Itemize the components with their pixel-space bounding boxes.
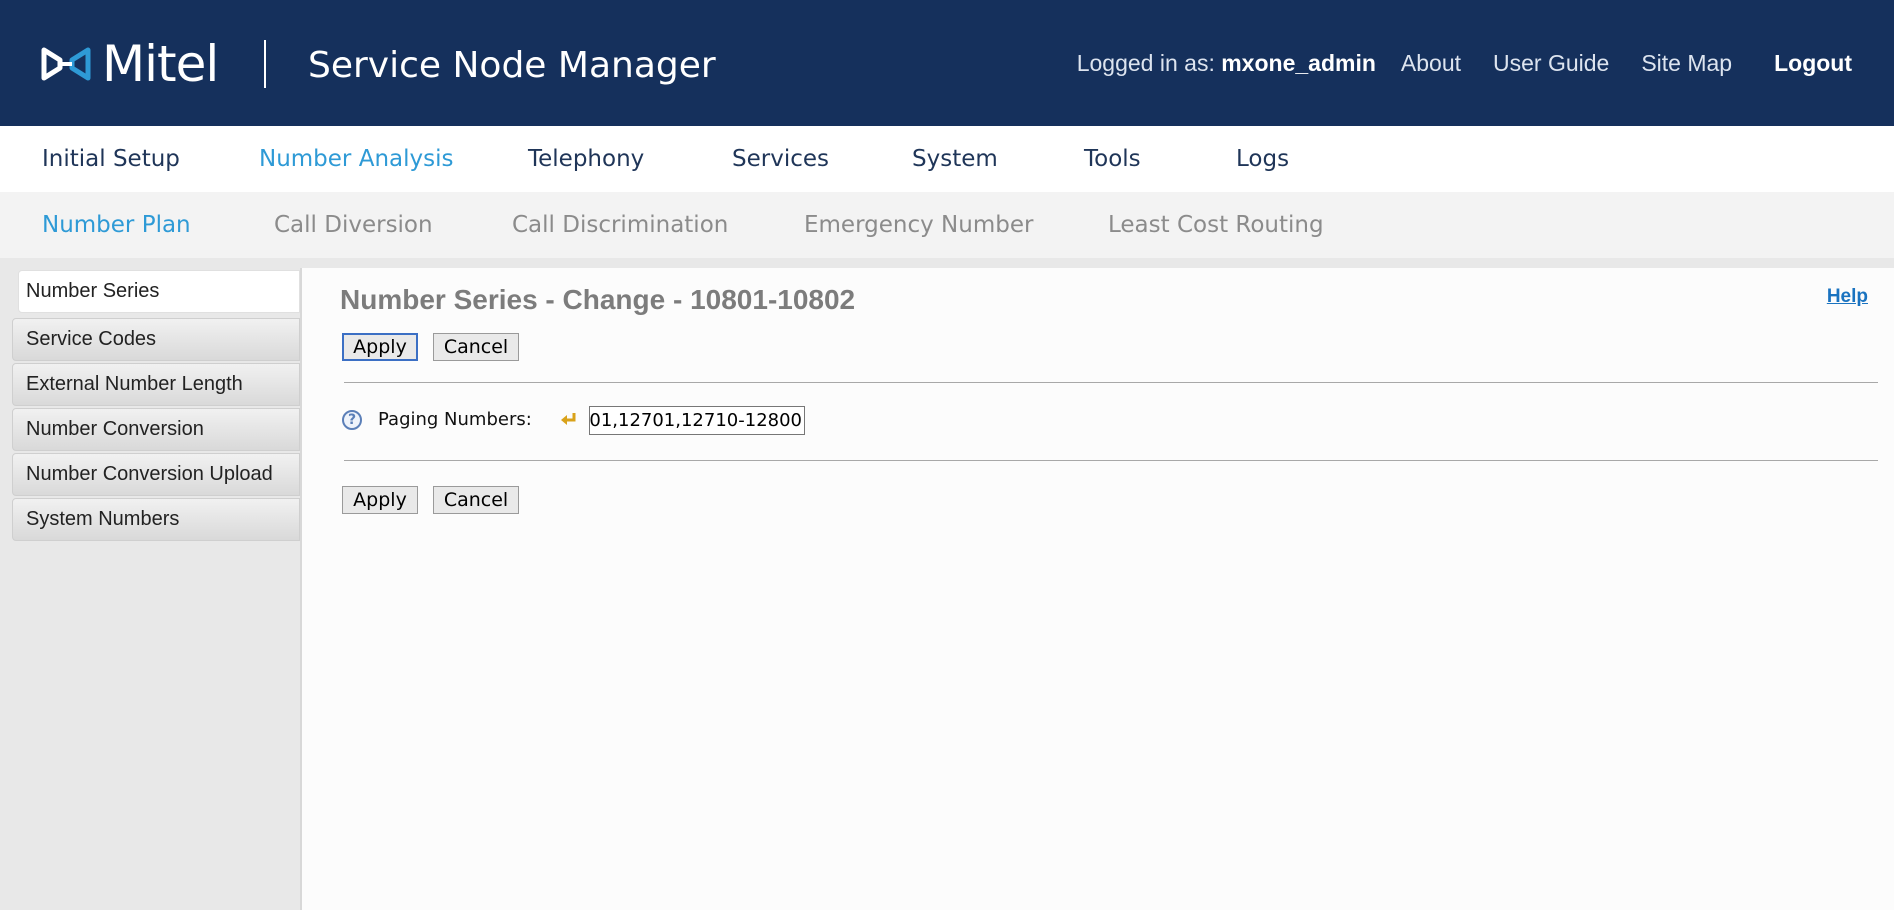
nav-telephony[interactable]: Telephony: [528, 126, 644, 192]
page-title: Number Series - Change - 10801-10802: [340, 284, 856, 315]
sub-nav: Number Plan Call Diversion Call Discrimi…: [0, 192, 1894, 258]
sidebar-item-service-codes[interactable]: Service Codes: [12, 318, 300, 361]
header-divider: [264, 40, 266, 88]
logged-in-label: Logged in as:: [1076, 49, 1215, 76]
nav-tools[interactable]: Tools: [1084, 126, 1141, 192]
sidebar-item-number-conversion-upload[interactable]: Number Conversion Upload: [12, 453, 300, 496]
subnav-emergency-number[interactable]: Emergency Number: [804, 192, 1033, 258]
sidebar: Number Series Service Codes External Num…: [0, 258, 300, 910]
subnav-least-cost-routing[interactable]: Least Cost Routing: [1108, 192, 1324, 258]
mitel-logo[interactable]: Mitel: [40, 35, 219, 93]
logo-text: Mitel: [102, 35, 219, 93]
subnav-number-plan[interactable]: Number Plan: [42, 192, 191, 258]
paging-numbers-value: 701,12701,12710-12800: [589, 410, 802, 431]
mitel-logo-icon: [41, 47, 91, 81]
logged-in-status: Logged in as: mxone_admin: [1077, 50, 1376, 77]
nav-initial-setup[interactable]: Initial Setup: [42, 126, 180, 192]
site-map-link[interactable]: Site Map: [1641, 50, 1732, 77]
logout-link[interactable]: Logout: [1774, 50, 1852, 77]
cancel-button-top[interactable]: Cancel: [433, 333, 519, 361]
nav-services[interactable]: Services: [732, 126, 829, 192]
username: mxone_admin: [1221, 49, 1376, 76]
divider-top: [344, 382, 1878, 383]
content-panel: Number Series - Change - 10801-10802 Hel…: [300, 268, 1894, 910]
app-title: Service Node Manager: [308, 45, 716, 86]
revert-arrow-icon[interactable]: [558, 410, 578, 428]
nav-logs[interactable]: Logs: [1236, 126, 1289, 192]
main-nav: Initial Setup Number Analysis Telephony …: [0, 126, 1894, 192]
help-link[interactable]: Help: [1827, 286, 1868, 308]
sidebar-item-external-number-length[interactable]: External Number Length: [12, 363, 300, 406]
about-link[interactable]: About: [1401, 50, 1461, 77]
apply-button-bottom[interactable]: Apply: [342, 486, 418, 514]
sidebar-item-number-conversion[interactable]: Number Conversion: [12, 408, 300, 451]
subnav-call-discrimination[interactable]: Call Discrimination: [512, 192, 728, 258]
sidebar-item-number-series[interactable]: Number Series: [18, 270, 300, 313]
paging-numbers-label: Paging Numbers:: [378, 409, 532, 430]
paging-numbers-input[interactable]: 701,12701,12710-12800: [589, 406, 805, 435]
top-header: Mitel Service Node Manager Logged in as:…: [0, 0, 1894, 126]
user-guide-link[interactable]: User Guide: [1493, 50, 1609, 77]
cancel-button-bottom[interactable]: Cancel: [433, 486, 519, 514]
user-area: Logged in as: mxone_admin About User Gui…: [1077, 0, 1894, 126]
question-icon[interactable]: ?: [342, 410, 362, 430]
nav-system[interactable]: System: [912, 126, 998, 192]
sidebar-item-system-numbers[interactable]: System Numbers: [12, 498, 300, 541]
apply-button-top[interactable]: Apply: [342, 333, 418, 361]
nav-number-analysis[interactable]: Number Analysis: [259, 126, 453, 192]
subnav-call-diversion[interactable]: Call Diversion: [274, 192, 433, 258]
divider-bottom: [344, 460, 1878, 461]
